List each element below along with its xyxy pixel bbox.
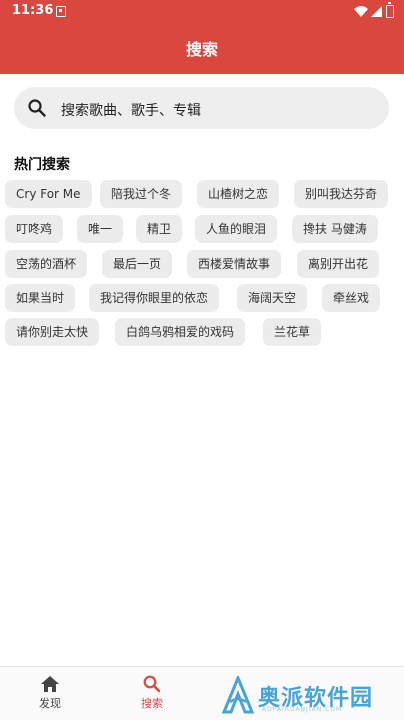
watermark-subtext: AOPAIRUANJIAN.COM <box>262 706 343 713</box>
page-title: 搜索 <box>185 40 218 59</box>
status-bar: 11:36 <box>0 0 404 24</box>
hot-search-chip[interactable]: 空荡的酒杯 <box>5 250 88 278</box>
hot-search-chip[interactable]: 海阔天空 <box>237 284 308 312</box>
search-icon <box>28 99 46 117</box>
hot-search-chip[interactable]: 白鸽乌鸦相爱的戏码 <box>115 318 246 346</box>
hot-search-chip[interactable]: 精卫 <box>136 215 183 243</box>
watermark: 奥派软件园 AOPAIRUANJIAN.COM <box>222 676 398 716</box>
search-input[interactable]: 搜索歌曲、歌手、专辑 <box>14 87 389 129</box>
hot-search-chip[interactable]: 离别开出花 <box>297 250 380 278</box>
watermark-logo-icon <box>222 676 254 714</box>
hot-search-chip[interactable]: 搀扶 马健涛 <box>292 215 378 243</box>
hot-search-chip[interactable]: 我记得你眼里的依恋 <box>89 284 220 312</box>
hot-search-chip[interactable]: Cry For Me <box>5 180 92 208</box>
hot-search-title: 热门搜索 <box>14 157 70 173</box>
tab-discover-label: 发现 <box>39 697 61 710</box>
hot-search-chip[interactable]: 西楼爱情故事 <box>187 250 282 278</box>
hot-search-chip[interactable]: 山楂树之恋 <box>197 180 280 208</box>
tab-search[interactable]: 搜索 <box>122 675 182 711</box>
status-time: 11:36 <box>12 3 54 18</box>
hot-search-chip[interactable]: 陪我过个冬 <box>100 180 183 208</box>
tab-search-label: 搜索 <box>141 697 163 710</box>
search-icon <box>143 675 161 693</box>
wifi-icon <box>354 6 368 17</box>
hot-search-chip[interactable]: 唯一 <box>77 215 124 243</box>
signal-icon <box>371 6 382 17</box>
hot-search-chip[interactable]: 最后一页 <box>102 250 173 278</box>
hot-search-chip[interactable]: 叮咚鸡 <box>5 215 64 243</box>
hot-search-chip[interactable]: 人鱼的眼泪 <box>195 215 278 243</box>
home-icon <box>41 676 59 692</box>
app-header: 11:36 搜索 <box>0 0 404 74</box>
hot-search-chip[interactable]: 牵丝戏 <box>322 284 381 312</box>
notification-icon <box>56 6 66 17</box>
hot-search-chip[interactable]: 如果当时 <box>5 284 76 312</box>
search-placeholder: 搜索歌曲、歌手、专辑 <box>61 103 201 119</box>
battery-icon <box>386 2 394 18</box>
tab-discover[interactable]: 发现 <box>20 675 80 711</box>
hot-search-chip[interactable]: 兰花草 <box>263 318 322 346</box>
hot-search-chip[interactable]: 别叫我达芬奇 <box>294 180 389 208</box>
hot-search-chip[interactable]: 请你别走太快 <box>5 318 100 346</box>
